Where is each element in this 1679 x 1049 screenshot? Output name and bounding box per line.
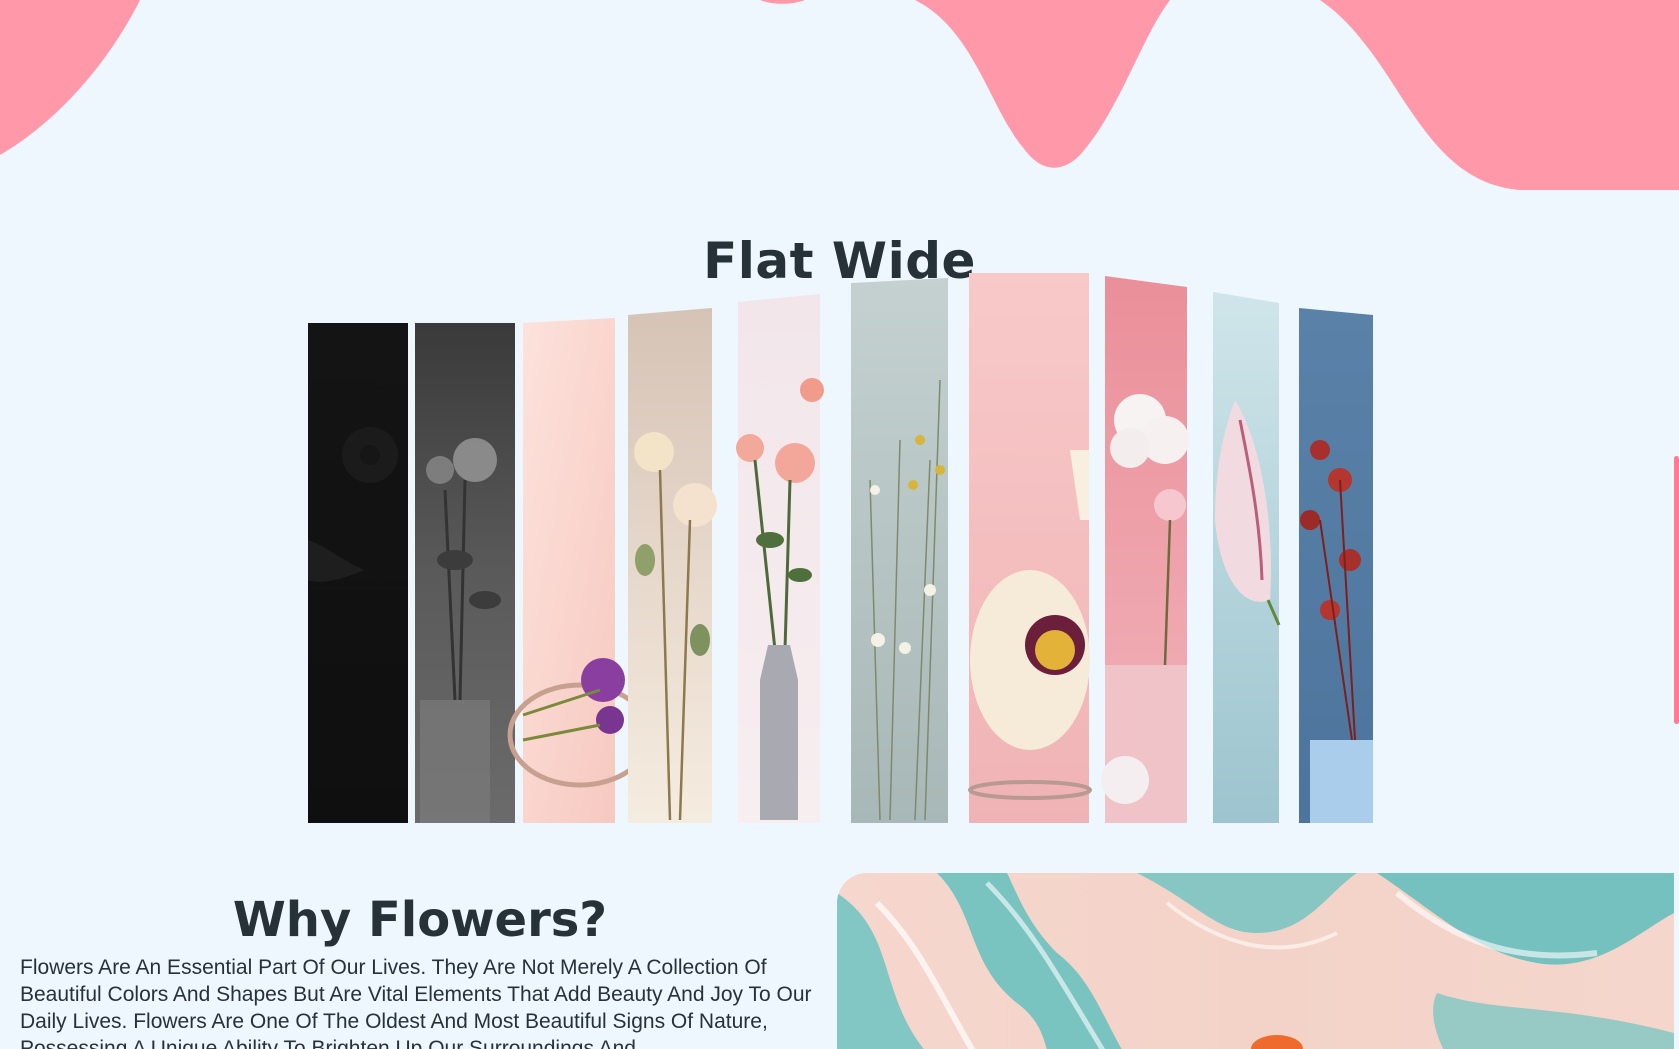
flower-gallery [308, 273, 1373, 823]
flower-panel-dark-gerbera[interactable] [308, 323, 408, 823]
why-flowers-text: Flowers Are An Essential Part Of Our Liv… [20, 956, 812, 1049]
why-flowers-title: Why Flowers? [232, 892, 608, 948]
scrollbar-thumb[interactable] [1674, 456, 1679, 724]
flower-panel-red-dried-flowers[interactable] [1299, 308, 1373, 823]
flower-panel-pink-tulip-blue[interactable] [1213, 292, 1281, 823]
flower-panel-pink-roses-vase[interactable] [736, 294, 824, 823]
flower-panel-rose-cloud[interactable] [1101, 276, 1189, 823]
marble-flower-image [837, 873, 1674, 1049]
flower-panel-wildflowers-grey[interactable] [851, 278, 948, 823]
flower-panel-peony-pink[interactable] [968, 273, 1092, 823]
page: Flat Wide Why Flowers? Flowers Are An Es… [0, 0, 1679, 1049]
flower-panel-grey-roses-vase[interactable] [415, 323, 515, 823]
flower-panel-cream-roses[interactable] [628, 308, 717, 823]
